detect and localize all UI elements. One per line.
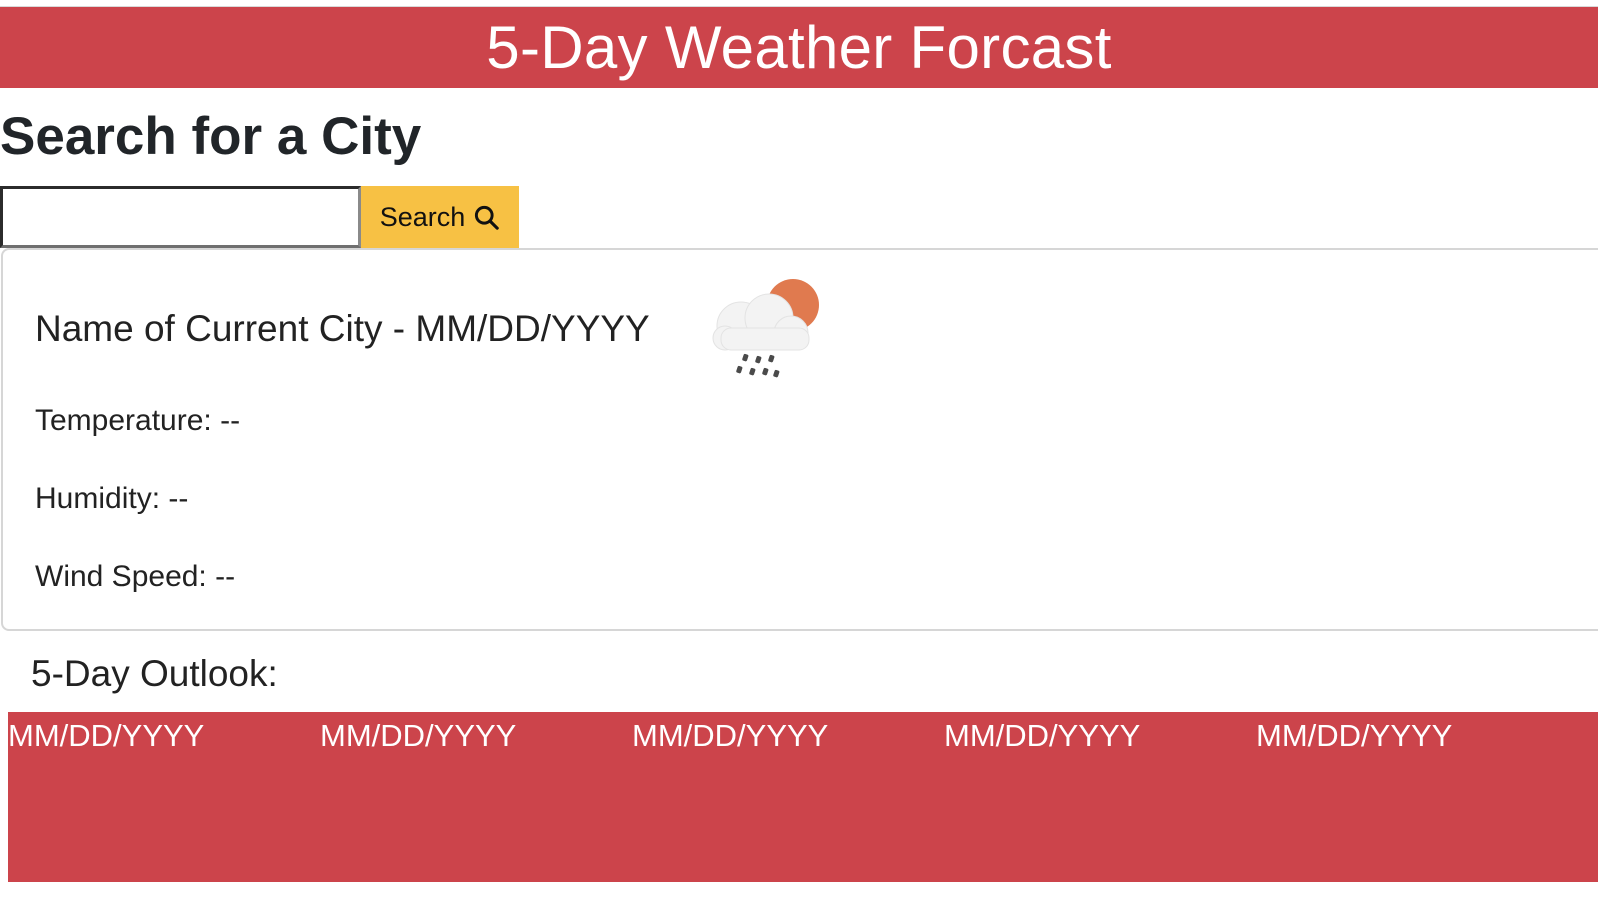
forecast-day-3-date: MM/DD/YYYY	[632, 718, 829, 753]
current-city-title: Name of Current City - MM/DD/YYYY	[35, 308, 650, 349]
cloud-sun-rain-icon	[711, 278, 823, 384]
forecast-day-1-date: MM/DD/YYYY	[8, 718, 205, 753]
city-search-input[interactable]	[0, 186, 361, 248]
search-icon	[473, 204, 500, 231]
search-button[interactable]: Search	[361, 186, 519, 248]
forecast-strip: MM/DD/YYYY MM/DD/YYYY MM/DD/YYYY MM/DD/Y…	[8, 712, 1598, 882]
page: 5-Day Weather Forcast Search for a City …	[0, 0, 1598, 898]
search-button-label: Search	[379, 201, 466, 232]
wind-speed-readout: Wind Speed: --	[35, 560, 236, 593]
temperature-readout: Temperature: --	[35, 404, 241, 437]
forecast-day-5-date: MM/DD/YYYY	[1256, 718, 1453, 753]
forecast-day-4-date: MM/DD/YYYY	[944, 718, 1141, 753]
forecast-day-2-date: MM/DD/YYYY	[320, 718, 517, 753]
top-divider	[0, 0, 1598, 7]
current-weather-card: Name of Current City - MM/DD/YYYY Temper…	[1, 248, 1598, 631]
outlook-heading: 5-Day Outlook:	[31, 653, 278, 694]
site-title: 5-Day Weather Forcast	[486, 13, 1112, 81]
search-heading: Search for a City	[0, 107, 422, 166]
humidity-readout: Humidity: --	[35, 482, 189, 515]
search-form: Search	[0, 186, 519, 248]
site-header: 5-Day Weather Forcast	[0, 7, 1598, 88]
